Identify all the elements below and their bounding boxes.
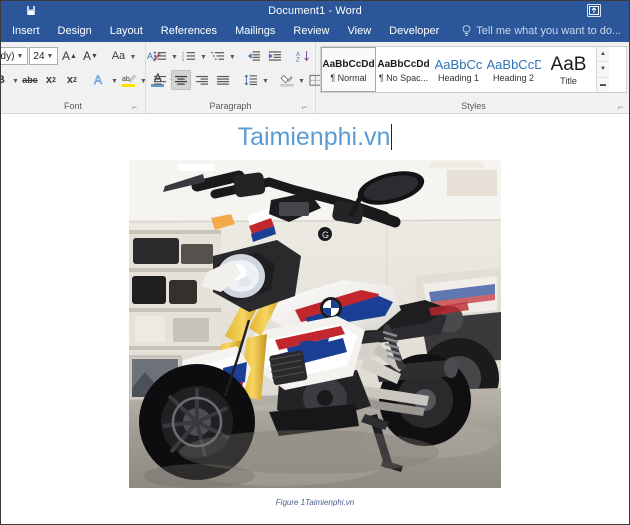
- styles-more-button[interactable]: ▬: [597, 77, 609, 92]
- style-item-normal[interactable]: AaBbCcDd ¶ Normal: [321, 47, 376, 92]
- font-size-combo[interactable]: 24 ▼: [29, 47, 59, 65]
- font-row-2: B ▼ abc x2 x2 A: [1, 69, 176, 91]
- decrease-indent-icon[interactable]: [244, 46, 264, 66]
- bullet-list-icon[interactable]: [150, 46, 170, 66]
- page-title[interactable]: Taimienphi.vn: [1, 122, 629, 152]
- font-group-label: Font ⌐: [63, 101, 139, 112]
- save-icon[interactable]: [25, 3, 37, 17]
- tab-review[interactable]: Review: [284, 20, 338, 42]
- ribbon-group-font: ody) ▼ 24 ▼ A▲ A▼ Aa: [1, 42, 176, 113]
- text-highlight-icon[interactable]: ab: [119, 70, 139, 90]
- ribbon-group-paragraph: ▼ 1 2 3 ▼ ▼ A Z ▼ ▼ Paragraph ⌐: [146, 42, 334, 113]
- paragraph-row-1: ▼ 1 2 3 ▼ ▼ A Z: [150, 45, 327, 67]
- tab-references[interactable]: References: [152, 20, 226, 42]
- shading-icon[interactable]: [277, 70, 297, 90]
- font-name-combo[interactable]: ody) ▼: [1, 47, 29, 65]
- style-item-title[interactable]: AaB Title: [541, 47, 596, 92]
- tab-design[interactable]: Design: [49, 20, 101, 42]
- document-page[interactable]: Taimienphi.vn R G Figure 1Taimienphi.vn: [1, 114, 629, 524]
- svg-text:A: A: [94, 73, 102, 87]
- figure-block: R G: [1, 160, 629, 493]
- tab-view[interactable]: View: [339, 20, 381, 42]
- tab-mailings[interactable]: Mailings: [226, 20, 284, 42]
- chevron-down-icon: ▼: [16, 52, 24, 60]
- window-title: Document1 - Word: [268, 4, 362, 17]
- paragraph-row-2: ▼ ▼: [150, 69, 334, 91]
- shading-chevron-down-icon[interactable]: ▼: [298, 70, 305, 90]
- svg-text:ab: ab: [122, 76, 130, 83]
- svg-text:Z: Z: [296, 58, 300, 63]
- ribbon-tab-bar: Insert Design Layout References Mailings…: [1, 20, 629, 42]
- styles-gallery: AaBbCcDd ¶ Normal AaBbCcDd ¶ No Spac... …: [320, 46, 627, 93]
- multilevel-chevron-down-icon[interactable]: ▼: [229, 46, 236, 66]
- tell-me-placeholder: Tell me what you want to do...: [476, 25, 622, 37]
- justify-icon[interactable]: [213, 70, 233, 90]
- grow-font-button[interactable]: A ▲: [59, 46, 79, 66]
- text-effects-icon[interactable]: A: [90, 70, 110, 90]
- line-spacing-icon[interactable]: [241, 70, 261, 90]
- shrink-font-button[interactable]: A ▼: [80, 46, 100, 66]
- sort-icon[interactable]: A Z: [293, 46, 313, 66]
- italic-underline-chevron-icon[interactable]: ▼: [12, 70, 19, 90]
- lightbulb-icon: [462, 25, 471, 36]
- font-row-1: ody) ▼ 24 ▼ A▲ A▼ Aa: [1, 45, 162, 67]
- styles-scroll-up-button[interactable]: ▲: [597, 47, 609, 63]
- chevron-down-icon: ▼: [46, 52, 54, 60]
- increase-indent-icon[interactable]: [265, 46, 285, 66]
- styles-group-label: Styles ⌐: [461, 101, 625, 112]
- styles-dialog-launcher[interactable]: ⌐: [616, 103, 625, 112]
- title-bar: Document1 - Word: [1, 1, 629, 20]
- paragraph-dialog-launcher[interactable]: ⌐: [300, 103, 309, 112]
- heading-text: Taimienphi.vn: [237, 123, 391, 151]
- word-window: Document1 - Word Insert Design Layout Re…: [0, 0, 630, 525]
- strikethrough-button[interactable]: abc: [20, 70, 40, 90]
- tab-layout[interactable]: Layout: [101, 20, 152, 42]
- ribbon-display-options-icon[interactable]: [587, 4, 601, 17]
- motorcycle-photo[interactable]: R G: [129, 160, 501, 488]
- numbered-list-icon[interactable]: 1 2 3: [179, 46, 199, 66]
- align-right-icon[interactable]: [192, 70, 212, 90]
- ribbon: ody) ▼ 24 ▼ A▲ A▼ Aa: [1, 42, 629, 114]
- svg-text:3: 3: [182, 58, 184, 62]
- align-center-icon[interactable]: [171, 70, 191, 90]
- line-spacing-chevron-down-icon[interactable]: ▼: [262, 70, 269, 90]
- style-item-heading-1[interactable]: AaBbCc Heading 1: [431, 47, 486, 92]
- styles-gallery-scrollbar[interactable]: ▲ ▼ ▬: [596, 47, 609, 92]
- style-item-no-spacing[interactable]: AaBbCcDd ¶ No Spac...: [376, 47, 431, 92]
- change-case-chevron-down-icon[interactable]: ▼: [129, 46, 136, 66]
- document-area[interactable]: Taimienphi.vn R G Figure 1Taimienphi.vn: [1, 114, 629, 524]
- svg-text:G: G: [322, 230, 329, 240]
- tab-insert[interactable]: Insert: [3, 20, 49, 42]
- change-case-button[interactable]: Aa: [108, 46, 128, 66]
- ribbon-group-styles: AaBbCcDd ¶ Normal AaBbCcDd ¶ No Spac... …: [316, 42, 629, 113]
- font-dialog-launcher[interactable]: ⌐: [130, 103, 139, 112]
- subscript-button[interactable]: x2: [41, 70, 61, 90]
- bold-button[interactable]: B: [1, 70, 11, 90]
- numbering-chevron-down-icon[interactable]: ▼: [200, 46, 207, 66]
- text-cursor: [391, 124, 393, 150]
- superscript-button[interactable]: x2: [62, 70, 82, 90]
- paragraph-group-label: Paragraph ⌐: [209, 101, 309, 112]
- align-left-icon[interactable]: [150, 70, 170, 90]
- figure-caption: Figure 1Taimienphi.vn: [275, 498, 355, 507]
- style-item-heading-2[interactable]: AaBbCcD Heading 2: [486, 47, 541, 92]
- bullets-chevron-down-icon[interactable]: ▼: [171, 46, 178, 66]
- tab-developer[interactable]: Developer: [380, 20, 448, 42]
- text-effects-chevron-down-icon[interactable]: ▼: [111, 70, 118, 90]
- styles-scroll-down-button[interactable]: ▼: [597, 62, 609, 78]
- tell-me-search[interactable]: Tell me what you want to do...: [462, 25, 621, 37]
- multilevel-list-icon[interactable]: [208, 46, 228, 66]
